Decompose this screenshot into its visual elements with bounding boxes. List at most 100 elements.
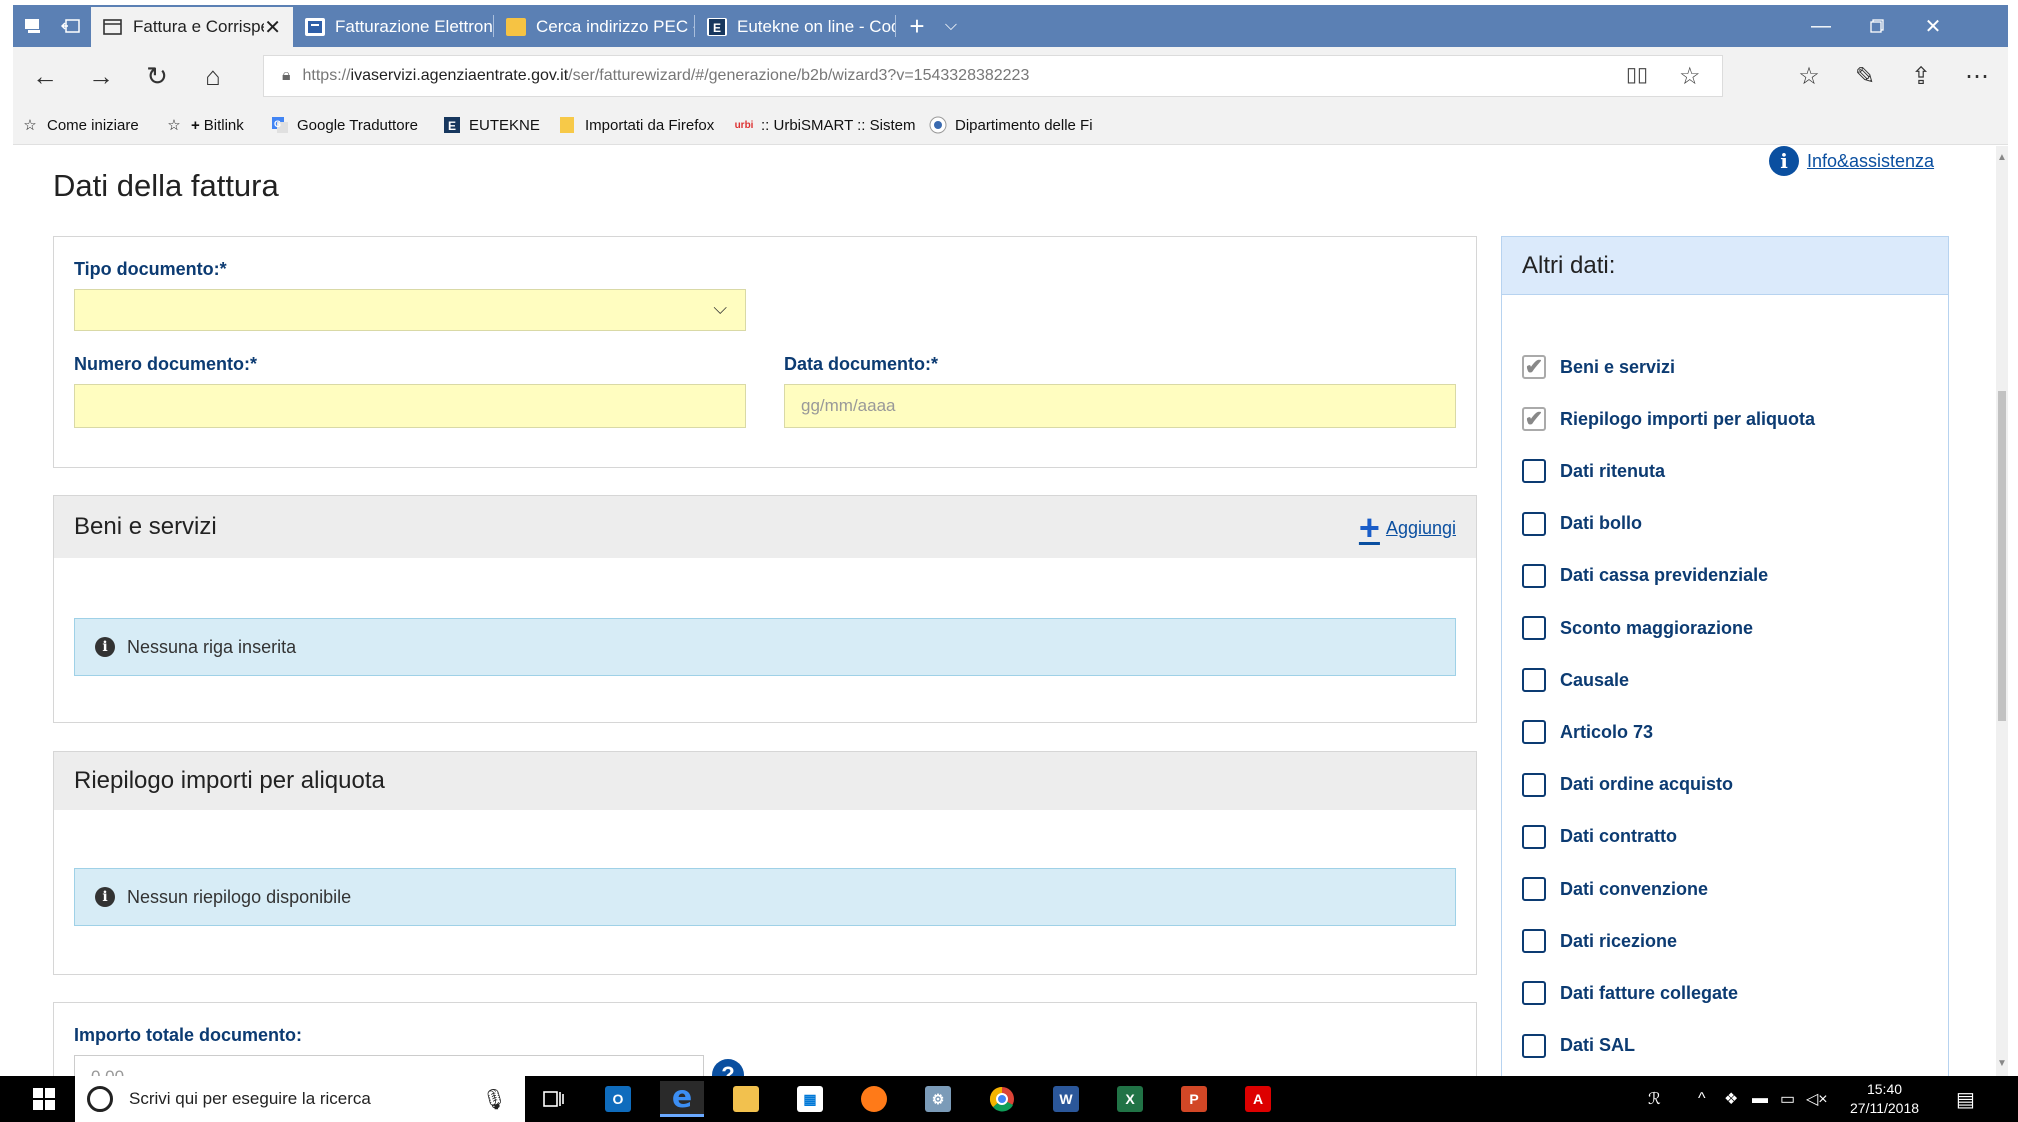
fav-google-traduttore[interactable]: G Google Traduttore xyxy=(271,113,418,137)
altri-dati-option-label: Dati convenzione xyxy=(1560,878,1709,899)
checkbox-icon[interactable] xyxy=(1522,616,1546,640)
tab-cerca-pec[interactable]: Cerca indirizzo PEC - INI-PE xyxy=(494,7,694,47)
close-tab-icon[interactable]: ✕ xyxy=(264,15,281,40)
network-app-icon[interactable]: ⚙ xyxy=(916,1081,960,1117)
altri-dati-option[interactable]: Dati convenzione xyxy=(1522,877,1708,901)
tab-eutekne[interactable]: E Eutekne on line - Codici xyxy=(695,7,895,47)
tab-actions-icon[interactable] xyxy=(13,5,53,47)
page-scrollbar[interactable]: ▲ ▼ xyxy=(1996,146,2008,1076)
data-documento-input[interactable]: gg/mm/aaaa xyxy=(784,384,1456,428)
altri-dati-option[interactable]: Dati bollo xyxy=(1522,511,1642,536)
altri-dati-option[interactable]: Dati contratto xyxy=(1522,824,1677,849)
importo-totale-input[interactable]: 0.00 xyxy=(74,1055,704,1076)
fav-bitlink[interactable]: ☆ + Bitlink xyxy=(165,113,244,137)
store-icon[interactable]: ▦ xyxy=(788,1081,832,1117)
acrobat-icon[interactable]: A xyxy=(1236,1081,1280,1117)
volume-icon[interactable]: ◁× xyxy=(1806,1076,1828,1122)
altri-dati-option[interactable]: Dati cassa previdenziale xyxy=(1522,563,1768,588)
back-arrow-icon[interactable]: ← xyxy=(25,57,65,95)
numero-documento-input[interactable] xyxy=(74,384,746,428)
file-explorer-icon[interactable] xyxy=(724,1081,768,1117)
close-window-icon[interactable]: ✕ xyxy=(1905,5,1961,47)
pen-notes-icon[interactable]: ✎ xyxy=(1846,59,1884,93)
fav-label: Dipartimento delle Fi xyxy=(955,116,1093,134)
favorite-star-icon[interactable]: ☆ xyxy=(1679,62,1701,91)
fav-eutekne[interactable]: E EUTEKNE xyxy=(443,113,540,137)
checkbox-icon[interactable] xyxy=(1522,511,1546,536)
url-bar[interactable]: 🔒︎ https://ivaservizi.agenziaentrate.gov… xyxy=(263,55,1723,97)
checkbox-icon[interactable] xyxy=(1522,668,1546,693)
tab-fattura-corrispettivi[interactable]: Fattura e Corrispettivi - ✕ xyxy=(91,7,293,47)
checkbox-icon[interactable] xyxy=(1522,720,1546,745)
checkbox-icon[interactable] xyxy=(1522,824,1546,849)
dropbox-icon[interactable]: ❖ xyxy=(1724,1076,1738,1122)
home-icon[interactable]: ⌂ xyxy=(193,57,233,95)
microphone-icon[interactable]: 🎙︎ xyxy=(482,1087,507,1112)
fav-importati-firefox[interactable]: Importati da Firefox xyxy=(559,113,714,137)
excel-icon[interactable]: X xyxy=(1108,1081,1152,1117)
favorites-hub-icon[interactable]: ☆ xyxy=(1790,59,1828,93)
more-options-icon[interactable]: ⋯ xyxy=(1958,59,1996,93)
altri-dati-option-label: Dati SAL xyxy=(1560,1035,1636,1056)
star-icon: ☆ xyxy=(23,117,37,134)
altri-dati-option[interactable]: Sconto maggiorazione xyxy=(1522,616,1753,640)
altri-dati-option[interactable]: Dati SAL xyxy=(1522,1033,1636,1058)
set-aside-tabs-icon[interactable] xyxy=(51,5,91,47)
tray-chevron-icon[interactable]: ^ xyxy=(1698,1076,1706,1122)
scroll-down-icon[interactable]: ▼ xyxy=(1996,1058,2008,1069)
altri-dati-option[interactable]: Causale xyxy=(1522,668,1629,693)
tipo-documento-select[interactable]: ⌵ xyxy=(74,289,746,331)
altri-dati-option[interactable]: Dati ricezione xyxy=(1522,929,1677,954)
taskbar-search[interactable]: Scrivi qui per eseguire la ricerca 🎙︎ xyxy=(75,1076,525,1122)
altri-dati-option-label: Dati bollo xyxy=(1560,513,1642,534)
altri-dati-option[interactable]: Dati ritenuta xyxy=(1522,459,1665,484)
tipo-documento-label: Tipo documento:* xyxy=(74,259,227,279)
info-assistenza-link[interactable]: i Info&assistenza xyxy=(1769,146,1934,176)
scroll-up-icon[interactable]: ▲ xyxy=(1996,152,2008,163)
altri-dati-option[interactable]: Dati fatture collegate xyxy=(1522,981,1739,1006)
altri-dati-option[interactable]: Articolo 73 xyxy=(1522,720,1653,745)
chrome-icon[interactable] xyxy=(980,1081,1024,1117)
powerpoint-icon[interactable]: P xyxy=(1172,1081,1216,1117)
checkbox-icon[interactable] xyxy=(1522,1033,1546,1058)
checkbox-icon[interactable] xyxy=(1522,929,1546,954)
fattura-site-icon xyxy=(305,18,325,36)
battery-icon[interactable]: ▬ xyxy=(1752,1076,1768,1122)
firefox-icon[interactable] xyxy=(852,1081,896,1117)
checkbox-icon[interactable] xyxy=(1522,877,1546,901)
checkbox-checked-icon[interactable]: ✔ xyxy=(1522,406,1546,432)
tab-fatturazione-elettronica[interactable]: Fatturazione Elettronica - Es xyxy=(293,7,493,47)
altri-dati-option[interactable]: Dati ordine acquisto xyxy=(1522,772,1733,797)
checkbox-icon[interactable] xyxy=(1522,981,1546,1006)
reading-view-icon[interactable]: ▯▯ xyxy=(1626,62,1648,87)
forward-arrow-icon[interactable]: → xyxy=(81,57,121,95)
help-question-icon[interactable]: ? xyxy=(712,1059,744,1076)
riepilogo-empty-message: Nessun riepilogo disponibile xyxy=(127,886,352,907)
minimize-icon[interactable]: — xyxy=(1793,5,1849,47)
network-icon[interactable]: ▭ xyxy=(1780,1076,1795,1122)
scrollbar-thumb[interactable] xyxy=(1998,391,2006,721)
windows-start-icon[interactable] xyxy=(13,1076,75,1122)
outlook-icon[interactable]: O xyxy=(596,1081,640,1117)
task-view-icon[interactable] xyxy=(532,1081,576,1117)
restore-icon[interactable] xyxy=(1849,5,1905,47)
fav-come-iniziare[interactable]: ☆ Come iniziare xyxy=(21,113,138,137)
checkbox-checked-icon[interactable]: ✔ xyxy=(1522,354,1546,379)
altri-dati-option[interactable]: ✔ Beni e servizi xyxy=(1522,354,1675,379)
word-icon[interactable]: W xyxy=(1044,1081,1088,1117)
checkbox-icon[interactable] xyxy=(1522,459,1546,484)
aggiungi-button[interactable]: + Aggiungi xyxy=(1359,510,1456,546)
altri-dati-option[interactable]: ✔ Riepilogo importi per aliquota xyxy=(1522,406,1815,432)
share-icon[interactable]: ⇪ xyxy=(1902,59,1940,93)
edge-icon[interactable]: e xyxy=(660,1080,704,1117)
tab-preview-chevron-icon[interactable]: ⌵ xyxy=(931,5,971,47)
fav-urbismart[interactable]: urbi :: UrbiSMART :: Sistem xyxy=(735,113,916,137)
fav-dipartimento[interactable]: Dipartimento delle Fi xyxy=(929,113,1093,137)
altri-dati-option-label: Dati fatture collegate xyxy=(1560,982,1739,1003)
notifications-icon[interactable]: ▤ xyxy=(1956,1076,1975,1122)
people-icon[interactable]: ℛ xyxy=(1648,1076,1661,1122)
checkbox-icon[interactable] xyxy=(1522,772,1546,797)
refresh-icon[interactable]: ↻ xyxy=(137,57,177,95)
taskbar-clock[interactable]: 15:40 27/11/2018 xyxy=(1850,1080,1919,1118)
checkbox-icon[interactable] xyxy=(1522,563,1546,588)
